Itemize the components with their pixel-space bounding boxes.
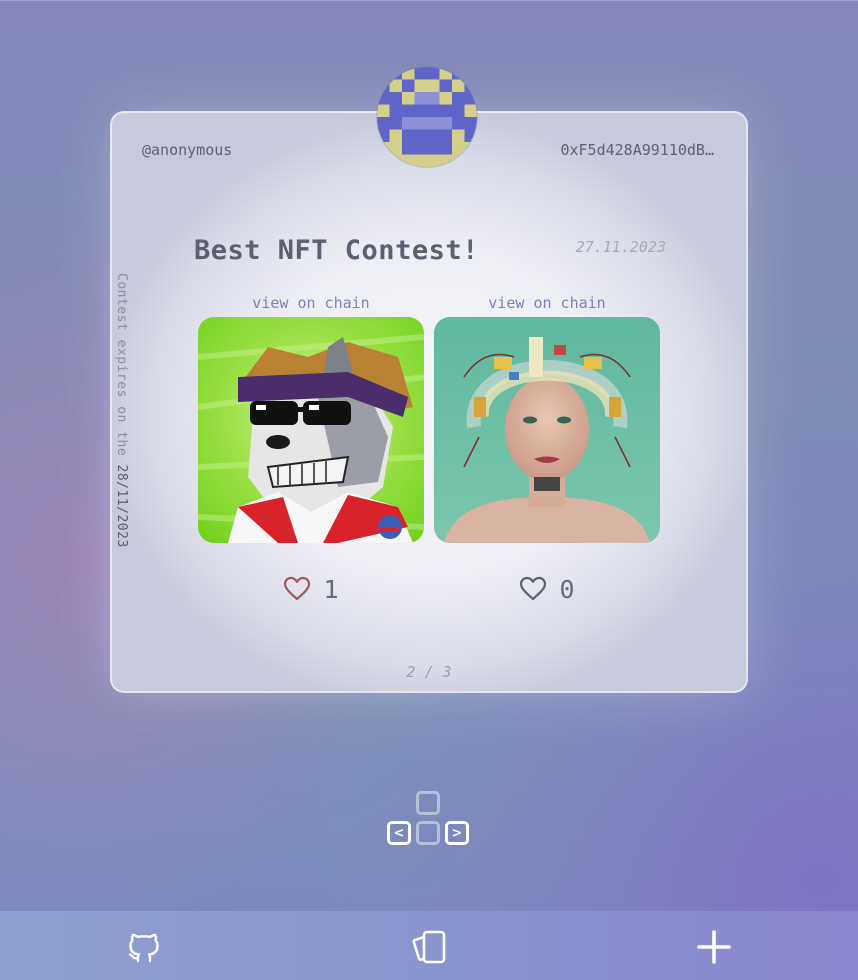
creator-username[interactable]: @anonymous <box>142 141 232 159</box>
nft-image-wolf[interactable] <box>198 317 424 543</box>
likes-row: 0 <box>434 571 660 607</box>
left-arrow-key[interactable]: < <box>387 821 411 845</box>
nft-image-circuit-woman[interactable] <box>434 317 660 543</box>
page-indicator: 2 / 3 <box>406 663 452 681</box>
like-count: 1 <box>323 574 339 604</box>
heart-icon[interactable] <box>519 576 547 602</box>
expiry-date: 28/11/2023 <box>114 464 129 548</box>
view-on-chain-link[interactable]: view on chain <box>434 291 660 317</box>
heart-icon[interactable] <box>283 576 311 602</box>
contest-date: 27.11.2023 <box>575 238 666 256</box>
down-key-icon <box>416 821 440 845</box>
contest-card: @anonymous 0xF5d428A99110dB… Contest exp… <box>110 111 748 693</box>
expiry-prefix: Contest expires on the <box>114 273 129 457</box>
right-arrow-key[interactable]: > <box>445 821 469 845</box>
plus-icon[interactable] <box>694 927 734 967</box>
github-icon[interactable] <box>124 927 164 967</box>
keyboard-hint: < > <box>386 791 472 847</box>
expiry-text: Contest expires on the 28/11/2023 <box>114 273 129 548</box>
like-count: 0 <box>559 574 575 604</box>
likes-row: 1 <box>198 571 424 607</box>
creator-avatar[interactable] <box>377 67 477 167</box>
bottom-nav-bar <box>0 911 858 980</box>
up-key-icon <box>416 791 440 815</box>
creator-address[interactable]: 0xF5d428A99110dB… <box>560 141 714 159</box>
entry-card: view on chain <box>198 291 424 607</box>
view-on-chain-link[interactable]: view on chain <box>198 291 424 317</box>
window-top-edge <box>0 0 858 1</box>
entry-card: view on chain <box>434 291 660 607</box>
cards-icon[interactable] <box>409 927 449 967</box>
contest-title: Best NFT Contest! <box>194 235 479 266</box>
